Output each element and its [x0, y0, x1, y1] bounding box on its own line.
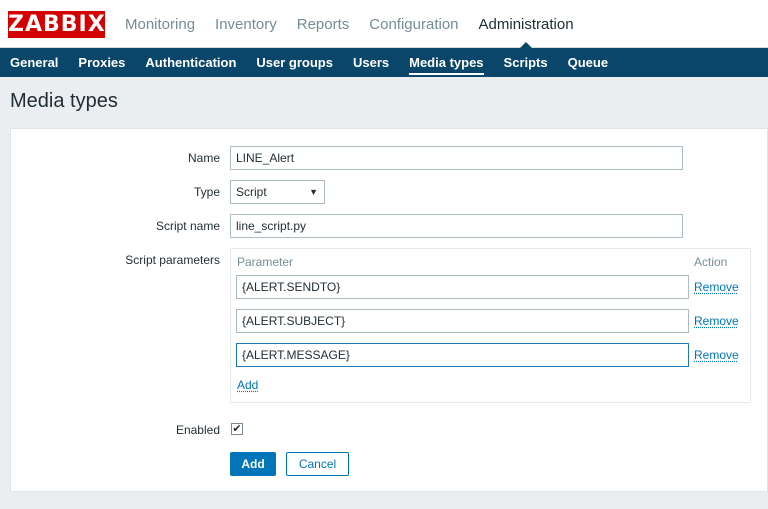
remove-link-2[interactable]: Remove	[694, 314, 739, 328]
submenu-user-groups[interactable]: User groups	[246, 48, 343, 77]
submenu-users[interactable]: Users	[343, 48, 399, 77]
submenu-media-types[interactable]: Media types	[399, 48, 493, 77]
type-label: Type	[193, 185, 220, 199]
submenu-queue[interactable]: Queue	[558, 48, 618, 77]
parameter-input-2[interactable]: {ALERT.SUBJECT}	[236, 309, 689, 333]
page-title: Media types	[10, 90, 118, 112]
type-select-value: Script	[236, 185, 267, 199]
menu-configuration[interactable]: Configuration	[359, 0, 468, 48]
script-name-input[interactable]: line_script.py	[230, 214, 683, 238]
cancel-button[interactable]: Cancel	[286, 452, 349, 476]
remove-link-1[interactable]: Remove	[694, 280, 739, 294]
add-button[interactable]: Add	[230, 452, 276, 476]
caret-down-icon: ▼	[309, 187, 318, 197]
menu-reports[interactable]: Reports	[287, 0, 360, 48]
parameter-input-3[interactable]: {ALERT.MESSAGE}	[236, 343, 689, 367]
name-label: Name	[187, 151, 220, 165]
submenu-authentication[interactable]: Authentication	[135, 48, 246, 77]
top-header: ZABBIX Monitoring Inventory Reports Conf…	[0, 0, 768, 49]
add-parameter-link[interactable]: Add	[237, 378, 258, 392]
sub-menu: General Proxies Authentication User grou…	[0, 48, 768, 77]
submenu-general[interactable]: General	[0, 48, 68, 77]
submenu-proxies[interactable]: Proxies	[68, 48, 135, 77]
menu-inventory[interactable]: Inventory	[205, 0, 287, 48]
enabled-checkbox[interactable]: ✔	[231, 423, 243, 435]
action-column-header: Action	[694, 255, 728, 269]
enabled-label: Enabled	[175, 423, 220, 437]
main-menu: Monitoring Inventory Reports Configurati…	[115, 0, 584, 49]
parameter-input-1[interactable]: {ALERT.SENDTO}	[236, 275, 689, 299]
menu-monitoring[interactable]: Monitoring	[115, 0, 205, 48]
type-select[interactable]: Script ▼	[230, 180, 325, 204]
script-name-label: Script name	[155, 219, 220, 233]
checkmark-icon: ✔	[232, 423, 242, 435]
submenu-scripts[interactable]: Scripts	[494, 48, 558, 77]
name-input[interactable]: LINE_Alert	[230, 146, 683, 170]
script-parameters-label: Script parameters	[125, 253, 220, 267]
zabbix-logo[interactable]: ZABBIX	[8, 11, 105, 38]
remove-link-3[interactable]: Remove	[694, 348, 739, 362]
menu-administration[interactable]: Administration	[469, 0, 584, 49]
parameter-column-header: Parameter	[237, 255, 294, 269]
